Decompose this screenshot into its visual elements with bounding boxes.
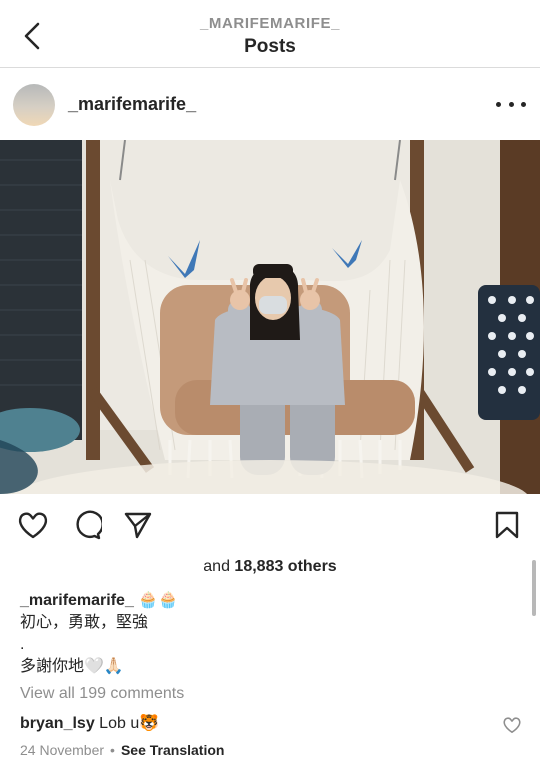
more-dot [521,101,526,107]
comment-icon [76,510,102,540]
bookmark-icon [495,511,519,539]
like-button[interactable] [16,508,50,542]
likes-prefix: and [203,558,235,575]
caption-emoji: 🧁🧁 [138,592,179,609]
more-options-button[interactable] [496,94,526,114]
post-caption: _marifemarife_ 🧁🧁 初心，勇敢，堅強 . 多謝你地🤍🙏🏻 [20,590,512,678]
scrollbar[interactable] [532,560,536,616]
comment-button[interactable] [70,508,104,542]
avatar[interactable] [13,84,55,126]
caption-line-3: 多謝你地🤍🙏🏻 [20,658,124,675]
see-translation-link[interactable]: See Translation [121,742,224,758]
caption-first-line: _marifemarife_ 🧁🧁 [20,590,512,612]
save-button[interactable] [490,508,524,542]
comment-like-button[interactable] [502,716,522,736]
likes-summary[interactable]: and 18,883 others [0,558,540,576]
send-icon [124,512,152,539]
page-title: Posts [244,36,296,57]
post-header: _marifemarife_ [0,68,540,140]
comment-text: Lob u🐯 [99,715,160,732]
caption-line-2: . [20,636,25,653]
heart-icon [503,717,521,733]
more-dot [508,101,514,107]
caption-line-1: 初心，勇敢，堅強 [20,614,149,631]
view-all-comments-link[interactable]: View all 199 comments [20,685,184,703]
post-photo-illustration [0,140,540,494]
top-nav-bar: _MARIFEMARIFE_ Posts [0,0,540,68]
post-image[interactable] [0,140,540,494]
post-username[interactable]: _marifemarife_ [68,94,196,115]
post-date: 24 November [20,742,105,758]
header-titles: _MARIFEMARIFE_ Posts [0,14,540,60]
post-meta: 24 November • See Translation [20,742,224,758]
likes-count[interactable]: 18,883 others [234,558,336,575]
comment-item: bryan_lsy Lob u🐯 [20,713,159,733]
more-horizontal-icon [496,101,501,107]
meta-separator: • [110,742,115,758]
heart-icon [18,512,48,539]
post-actions [0,494,540,558]
share-button[interactable] [121,508,155,542]
comment-username[interactable]: bryan_lsy [20,715,95,732]
caption-username[interactable]: _marifemarife_ [20,592,134,609]
header-username: _MARIFEMARIFE_ [199,15,341,32]
